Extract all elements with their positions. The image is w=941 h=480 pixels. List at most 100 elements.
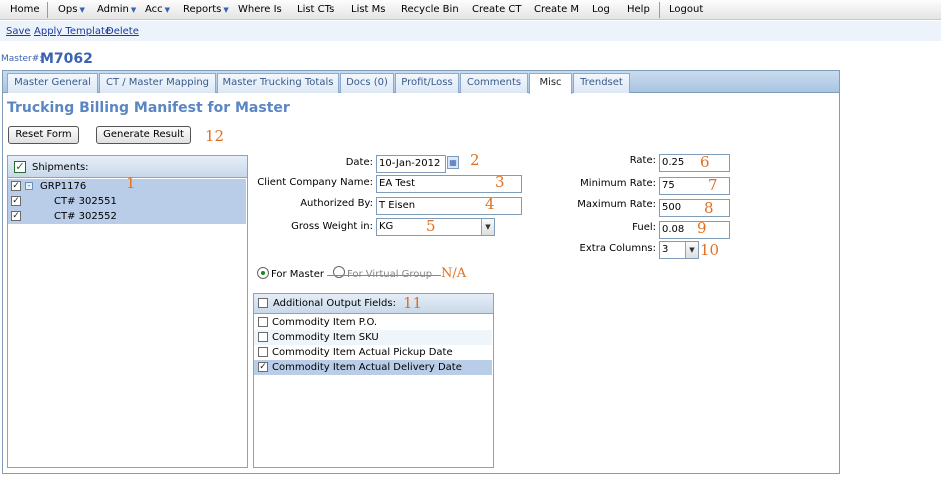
extra-columns-label: Extra Columns: — [579, 243, 656, 254]
annotation-2: 2 — [470, 151, 480, 169]
nav-separator — [659, 2, 660, 18]
chevron-down-icon: ▼ — [223, 6, 229, 14]
tab-strip: Master General CT / Master Mapping Maste… — [3, 71, 839, 94]
tab-ct-master-mapping[interactable]: CT / Master Mapping — [99, 73, 216, 93]
apply-template-link[interactable]: Apply Template — [34, 26, 111, 37]
nav-acc-label: Acc — [145, 4, 163, 15]
shipment-label: CT# 302552 — [54, 211, 117, 222]
save-link[interactable]: Save — [6, 26, 31, 37]
nav-where-is[interactable]: Where Is — [238, 4, 282, 15]
shipment-checkbox[interactable]: ✓ — [11, 196, 21, 206]
annotation-8: 8 — [704, 199, 714, 217]
nav-logout[interactable]: Logout — [669, 4, 703, 15]
output-field-label: Commodity Item SKU — [272, 332, 379, 343]
tab-comments[interactable]: Comments — [460, 73, 528, 93]
authorized-by-field[interactable]: T Eisen — [376, 197, 522, 215]
chevron-down-icon: ▼ — [164, 6, 171, 14]
output-field-row[interactable]: Commodity Item P.O. — [254, 315, 492, 330]
tab-master-trucking-totals[interactable]: Master Trucking Totals — [217, 73, 339, 93]
annotation-5: 5 — [426, 217, 436, 235]
fuel-field[interactable]: 0.08 — [659, 221, 730, 239]
chevron-down-icon[interactable]: ▼ — [685, 242, 698, 258]
gross-weight-value: KG — [379, 221, 394, 232]
nav-create-m[interactable]: Create M — [534, 4, 579, 15]
shipments-header-label: Shipments: — [32, 162, 89, 173]
shipment-group-row[interactable]: ✓ - GRP1176 1 — [8, 174, 246, 194]
shipment-checkbox[interactable]: ✓ — [11, 211, 21, 221]
output-fields-select-all-checkbox[interactable] — [258, 298, 268, 308]
shipments-select-all-checkbox[interactable]: ✓ — [14, 161, 26, 173]
extra-columns-select[interactable]: 3 ▼ — [659, 241, 699, 259]
minimum-rate-label: Minimum Rate: — [580, 178, 656, 189]
output-field-checkbox[interactable] — [258, 347, 268, 357]
master-id: M7062 — [40, 51, 93, 67]
authorized-by-label: Authorized By: — [300, 198, 373, 209]
nav-list-ms[interactable]: List Ms — [351, 4, 386, 15]
top-nav-bar: Home Ops ▼ Admin ▼ Acc ▼ Reports ▼ Where Is … — [0, 0, 941, 20]
annotation-7: 7 — [708, 176, 718, 194]
nav-admin[interactable]: Admin ▼ — [97, 4, 136, 15]
date-label: Date: — [345, 157, 373, 168]
tab-docs[interactable]: Docs (0) — [340, 73, 394, 93]
nav-acc[interactable]: Acc ▼ — [145, 4, 170, 15]
nav-reports[interactable]: Reports ▼ — [183, 4, 229, 15]
output-field-checkbox[interactable] — [258, 317, 268, 327]
page-title: Trucking Billing Manifest for Master — [7, 100, 290, 116]
annotation-11: 11 — [403, 294, 423, 312]
output-field-label: Commodity Item Actual Delivery Date — [272, 362, 462, 373]
nav-log[interactable]: Log — [592, 4, 610, 15]
shipment-label: CT# 302551 — [54, 196, 117, 207]
minimum-rate-field[interactable]: 75 — [659, 177, 730, 195]
nav-reports-label: Reports — [183, 4, 222, 15]
chevron-down-icon: ▼ — [79, 6, 85, 14]
nav-ops[interactable]: Ops ▼ — [58, 4, 85, 15]
date-field[interactable]: 10-Jan-2012 — [376, 155, 446, 173]
na-note: N/A — [441, 266, 467, 281]
chevron-down-icon: ▼ — [130, 6, 137, 14]
tab-trendset[interactable]: Trendset — [573, 73, 630, 93]
nav-list-cts[interactable]: List CTs — [297, 4, 334, 15]
annotation-9: 9 — [697, 219, 707, 237]
gross-weight-label: Gross Weight in: — [291, 221, 373, 232]
client-company-label: Client Company Name: — [257, 177, 373, 188]
shipment-group-label: GRP1176 — [40, 181, 87, 192]
reset-form-button[interactable]: Reset Form — [8, 126, 79, 144]
nav-recycle-bin[interactable]: Recycle Bin — [401, 4, 459, 15]
output-field-row[interactable]: Commodity Item SKU — [254, 330, 492, 345]
output-field-checkbox[interactable]: ✓ — [258, 362, 268, 372]
for-virtual-group-radio[interactable] — [333, 266, 345, 278]
output-field-label: Commodity Item Actual Pickup Date — [272, 347, 453, 358]
action-bar: Save Apply Template Delete — [0, 21, 941, 41]
annotation-6: 6 — [700, 153, 710, 171]
output-field-checkbox[interactable] — [258, 332, 268, 342]
tab-misc[interactable]: Misc — [529, 73, 572, 94]
nav-separator — [47, 2, 48, 18]
strikethrough-line — [327, 275, 441, 276]
annotation-10: 10 — [700, 241, 720, 259]
output-fields-panel: Additional Output Fields: 11 Commodity I… — [253, 293, 494, 468]
fuel-label: Fuel: — [632, 222, 656, 233]
tab-profit-loss[interactable]: Profit/Loss — [395, 73, 459, 93]
collapse-icon[interactable]: - — [25, 182, 33, 190]
for-master-label: For Master — [271, 269, 324, 280]
nav-create-ct[interactable]: Create CT — [472, 4, 522, 15]
delete-link[interactable]: Delete — [106, 26, 139, 37]
nav-help[interactable]: Help — [627, 4, 650, 15]
for-master-radio[interactable] — [257, 267, 269, 279]
calendar-icon[interactable]: ▦ — [447, 156, 459, 169]
group-checkbox[interactable]: ✓ — [11, 181, 21, 191]
annotation-3: 3 — [495, 173, 505, 191]
nav-home[interactable]: Home — [10, 4, 40, 15]
rate-label: Rate: — [629, 155, 656, 166]
extra-columns-value: 3 — [662, 244, 669, 255]
tab-master-general[interactable]: Master General — [7, 73, 98, 93]
shipment-row[interactable]: ✓ CT# 302551 — [8, 194, 246, 209]
generate-result-button[interactable]: Generate Result — [96, 126, 191, 144]
rate-field[interactable]: 0.25 — [659, 154, 730, 172]
maximum-rate-field[interactable]: 500 — [659, 199, 730, 217]
chevron-down-icon[interactable]: ▼ — [481, 219, 494, 235]
output-field-row[interactable]: Commodity Item Actual Pickup Date — [254, 345, 492, 360]
nav-admin-label: Admin — [97, 4, 129, 15]
shipment-row[interactable]: ✓ CT# 302552 — [8, 209, 246, 224]
output-field-row[interactable]: ✓ Commodity Item Actual Delivery Date — [254, 360, 492, 375]
